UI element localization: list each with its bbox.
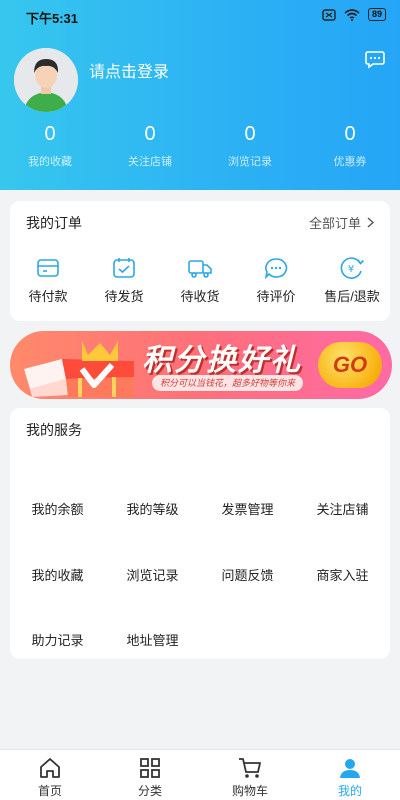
tab-category[interactable]: 分类 [100, 750, 200, 800]
service-followed-shops[interactable]: 关注店铺 [295, 499, 390, 518]
services-card: 我的服务 我的余额 我的等级 发票管理 关注店铺 我的收藏 浏览记录 问题反馈 … [10, 408, 390, 659]
wallet-icon [37, 259, 59, 277]
battery-indicator: 89 [367, 8, 386, 21]
service-feedback[interactable]: 问题反馈 [200, 565, 295, 584]
home-icon [40, 758, 60, 778]
login-prompt[interactable]: 请点击登录 [89, 58, 169, 82]
orders-title: 我的订单 [26, 215, 82, 231]
stat-value: 0 [44, 123, 56, 145]
order-pending-payment[interactable]: 待付款 [10, 257, 86, 305]
chevron-right-icon [367, 217, 374, 228]
stat-browse-history[interactable]: 0 浏览记录 [200, 122, 300, 169]
stats-row: 0 我的收藏 0 关注店铺 0 浏览记录 0 优惠券 [0, 122, 400, 169]
package-icon [113, 258, 135, 278]
banner-subtitle: 积分可以当钱花，超多好物等你来 [152, 375, 304, 391]
order-after-sales[interactable]: ¥ 售后/退款 [314, 257, 390, 305]
service-favorites[interactable]: 我的收藏 [10, 565, 105, 584]
stat-label: 浏览记录 [228, 156, 272, 168]
default-avatar-icon [14, 48, 78, 112]
order-label: 待付款 [28, 289, 68, 304]
status-time: 下午5:31 [26, 11, 79, 26]
orders-card: 我的订单 全部订单 待付款 待发货 待收货 待评价 ¥ 售后/退款 [10, 201, 390, 321]
service-merchant-join[interactable]: 商家入驻 [295, 565, 390, 584]
order-status-row: 待付款 待发货 待收货 待评价 ¥ 售后/退款 [10, 257, 390, 305]
order-label: 待评价 [256, 289, 296, 304]
order-label: 待收货 [180, 289, 220, 304]
order-pending-review[interactable]: 待评价 [238, 257, 314, 305]
order-label: 售后/退款 [324, 289, 380, 304]
sim-icon [322, 8, 336, 21]
svg-text:¥: ¥ [348, 264, 354, 275]
service-address[interactable]: 地址管理 [105, 630, 200, 649]
order-pending-shipment[interactable]: 待发货 [86, 257, 162, 305]
tab-mine[interactable]: 我的 [300, 750, 400, 800]
gift-box-icon [24, 341, 134, 397]
banner-title: 积分换好礼 [142, 344, 302, 377]
service-invoice[interactable]: 发票管理 [200, 499, 295, 518]
stat-value: 0 [244, 123, 256, 145]
cart-icon [239, 758, 261, 778]
service-balance[interactable]: 我的余额 [10, 499, 105, 518]
points-promo-banner[interactable]: 积分换好礼 积分可以当钱花，超多好物等你来 GO [10, 331, 392, 399]
status-bar: 下午5:31 89 [0, 0, 400, 32]
grid-icon [140, 758, 160, 778]
services-title: 我的服务 [26, 422, 82, 438]
stat-value: 0 [144, 123, 156, 145]
comment-icon [264, 258, 288, 279]
stat-label: 我的收藏 [28, 156, 72, 168]
tab-label: 购物车 [231, 784, 268, 798]
status-icons: 89 [322, 8, 386, 21]
all-orders-link[interactable]: 全部订单 [309, 213, 374, 232]
avatar[interactable] [14, 48, 78, 112]
go-button[interactable]: GO [318, 342, 382, 388]
service-level[interactable]: 我的等级 [105, 499, 200, 518]
bottom-tab-bar: 首页 分类 购物车 我的 [0, 749, 400, 800]
wifi-icon [344, 8, 360, 21]
truck-icon [188, 260, 212, 278]
all-orders-label: 全部订单 [308, 216, 361, 231]
stat-favorites[interactable]: 0 我的收藏 [0, 122, 100, 169]
tab-label: 分类 [137, 784, 162, 798]
stat-followed-shops[interactable]: 0 关注店铺 [100, 122, 200, 169]
profile-header: 下午5:31 89 请点击登录 0 我的收藏 0 关注店铺 0 浏览记录 0 优… [0, 0, 400, 190]
tab-label: 首页 [37, 784, 62, 798]
service-browse-history[interactable]: 浏览记录 [105, 565, 200, 584]
service-assist-records[interactable]: 助力记录 [10, 630, 105, 649]
tab-label: 我的 [337, 784, 362, 798]
order-label: 待发货 [104, 289, 144, 304]
refund-icon: ¥ [340, 257, 365, 279]
stat-value: 0 [344, 123, 356, 145]
tab-home[interactable]: 首页 [0, 750, 100, 800]
stat-label: 优惠券 [333, 156, 367, 168]
order-pending-receipt[interactable]: 待收货 [162, 257, 238, 305]
message-icon[interactable] [364, 50, 386, 70]
tab-cart[interactable]: 购物车 [200, 750, 300, 800]
stat-coupons[interactable]: 0 优惠券 [300, 122, 400, 169]
stat-label: 关注店铺 [128, 156, 172, 168]
user-icon [340, 759, 360, 778]
